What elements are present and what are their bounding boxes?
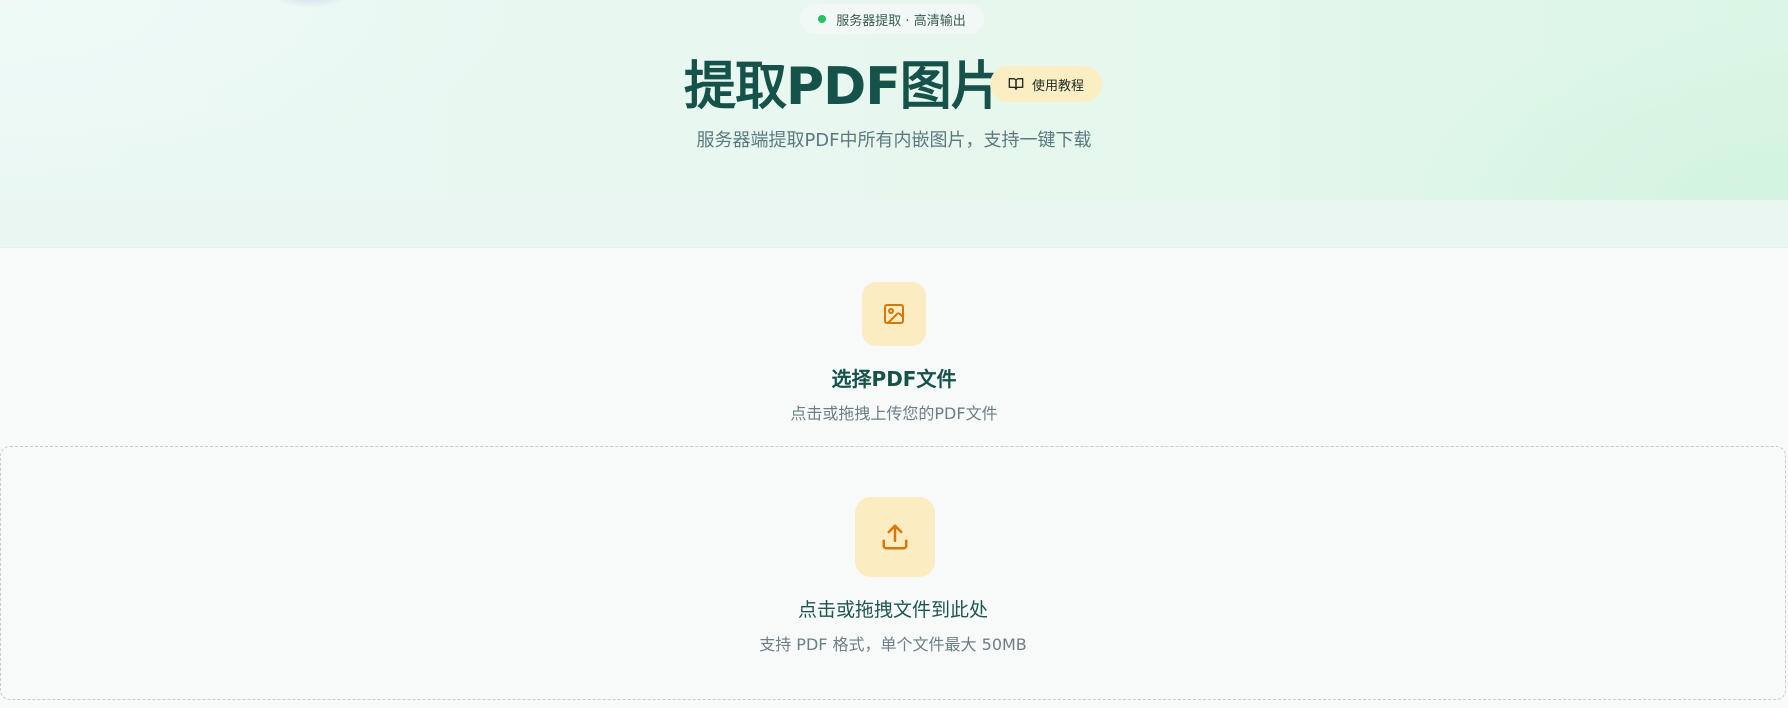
dropzone-title: 点击或拖拽文件到此处 xyxy=(797,599,988,621)
image-icon xyxy=(882,302,906,326)
select-file-title: 选择PDF文件 xyxy=(831,367,957,391)
dropzone-hint: 支持 PDF 格式，单个文件最大 50MB xyxy=(759,635,1027,654)
hero-divider xyxy=(0,247,1788,248)
status-pill: 服务器提取 · 高清输出 xyxy=(800,4,984,34)
hero-header: 服务器提取 · 高清输出 提取PDF图片 使用教程 服务器端提取PDF中所有内嵌… xyxy=(0,0,1788,248)
select-file-description: 点击或拖拽上传您的PDF文件 xyxy=(790,404,998,423)
select-file-icon-box xyxy=(862,282,926,346)
status-text: 服务器提取 · 高清输出 xyxy=(836,13,966,29)
status-dot-icon xyxy=(818,15,827,23)
page-subtitle: 服务器端提取PDF中所有内嵌图片，支持一键下载 xyxy=(696,130,1092,151)
upload-dropzone[interactable]: 点击或拖拽文件到此处 支持 PDF 格式，单个文件最大 50MB xyxy=(0,446,1786,700)
tutorial-button-label: 使用教程 xyxy=(1031,78,1084,94)
upload-icon-box xyxy=(855,497,935,577)
book-open-icon xyxy=(1008,76,1024,92)
upload-icon xyxy=(880,522,910,552)
title-row: 提取PDF图片 使用教程 xyxy=(0,52,1788,122)
page-title: 提取PDF图片 xyxy=(684,57,1003,117)
tutorial-button[interactable]: 使用教程 xyxy=(990,66,1102,102)
